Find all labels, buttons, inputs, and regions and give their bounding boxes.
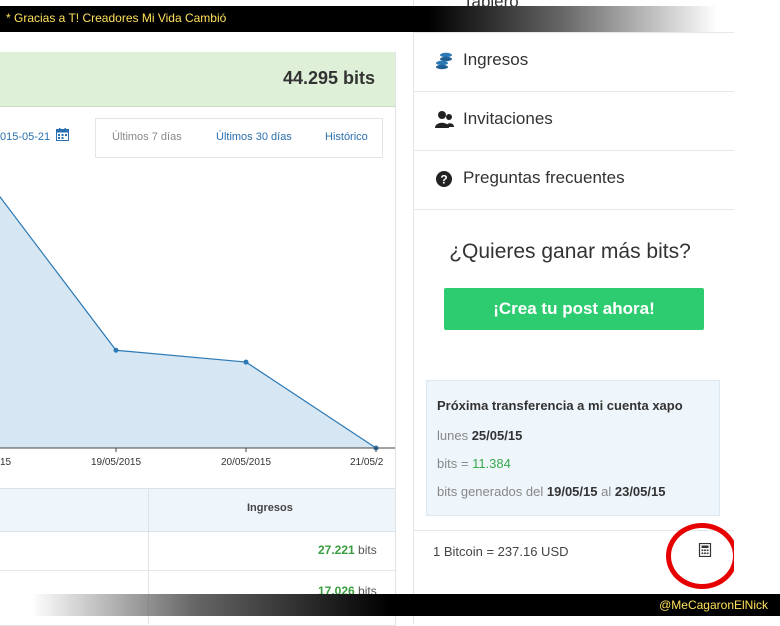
total-bits: 44.295 bits — [282, 68, 375, 88]
transfer-day-date: 25/05/15 — [471, 428, 523, 443]
users-icon — [435, 111, 454, 128]
question-circle-icon: ? — [436, 171, 452, 187]
series-area — [0, 196, 376, 448]
transfer-bits-value: 11.384 — [472, 456, 511, 471]
column-header-ingresos: Ingresos — [247, 502, 293, 514]
svg-text:?: ? — [440, 173, 447, 187]
highlight-circle — [666, 523, 738, 589]
range-7-days-button[interactable]: Últimos 7 días — [112, 131, 182, 143]
x-tick-label: 15 — [0, 457, 12, 468]
total-bar: 44.295 bits — [0, 52, 395, 107]
sidebar-item-invitaciones[interactable]: Invitaciones — [414, 92, 734, 151]
promo-title: ¿Quieres ganar más bits? — [449, 240, 691, 263]
data-point — [113, 347, 119, 353]
row-value: 27.221 — [318, 543, 355, 557]
data-point — [243, 359, 249, 365]
row-unit: bits — [358, 543, 377, 557]
transfer-period-label: bits generados del — [437, 484, 544, 499]
transfer-period: bits generados del 19/05/15 al 23/05/15 — [437, 484, 665, 499]
earnings-chart: 15 19/05/2015 20/05/2015 21/05/2 — [0, 195, 395, 468]
page-margin — [734, 0, 780, 624]
sidebar-item-ingresos[interactable]: Ingresos — [414, 33, 734, 92]
transfer-period-to: 23/05/15 — [614, 484, 666, 499]
create-post-button[interactable]: ¡Crea tu post ahora! — [444, 288, 704, 330]
transfer-period-from: 19/05/15 — [546, 484, 598, 499]
transfer-bits: bits = 11.384 — [437, 456, 511, 471]
sidebar-item-label: Invitaciones — [463, 109, 553, 128]
x-tick-label: 21/05/2 — [350, 457, 384, 468]
range-30-days-button[interactable]: Últimos 30 días — [216, 131, 292, 143]
transfer-title: Próxima transferencia a mi cuenta xapo — [437, 398, 683, 413]
x-tick-label: 20/05/2015 — [221, 457, 271, 468]
transfer-bits-label: bits = — [437, 456, 469, 471]
x-tick-label: 19/05/2015 — [91, 457, 141, 468]
caption-top: * Gracias a T! Creadores Mi Vida Cambió — [6, 11, 227, 25]
coins-icon — [436, 52, 452, 70]
calendar-icon[interactable] — [56, 128, 69, 141]
row-divider — [0, 570, 395, 571]
date-range-end[interactable]: 015-05-21 — [0, 131, 50, 143]
transfer-day-label: lunes — [437, 428, 469, 443]
sidebar-item-label: Ingresos — [463, 50, 529, 69]
exchange-rate: 1 Bitcoin = 237.16 USD — [433, 544, 569, 559]
caption-bottom: @MeCagaronElNick — [659, 598, 768, 612]
transfer-date: lunes 25/05/15 — [437, 428, 522, 443]
sidebar-item-label: Preguntas frecuentes — [463, 168, 625, 187]
table-header — [0, 488, 395, 532]
range-historic-button[interactable]: Histórico — [325, 131, 368, 143]
sidebar-item-faq[interactable]: ? Preguntas frecuentes — [414, 151, 734, 210]
range-selector: Últimos 7 días Últimos 30 días Histórico — [95, 118, 383, 158]
transfer-period-mid: al — [601, 484, 612, 499]
table-row: 27.221 bits — [318, 543, 377, 557]
